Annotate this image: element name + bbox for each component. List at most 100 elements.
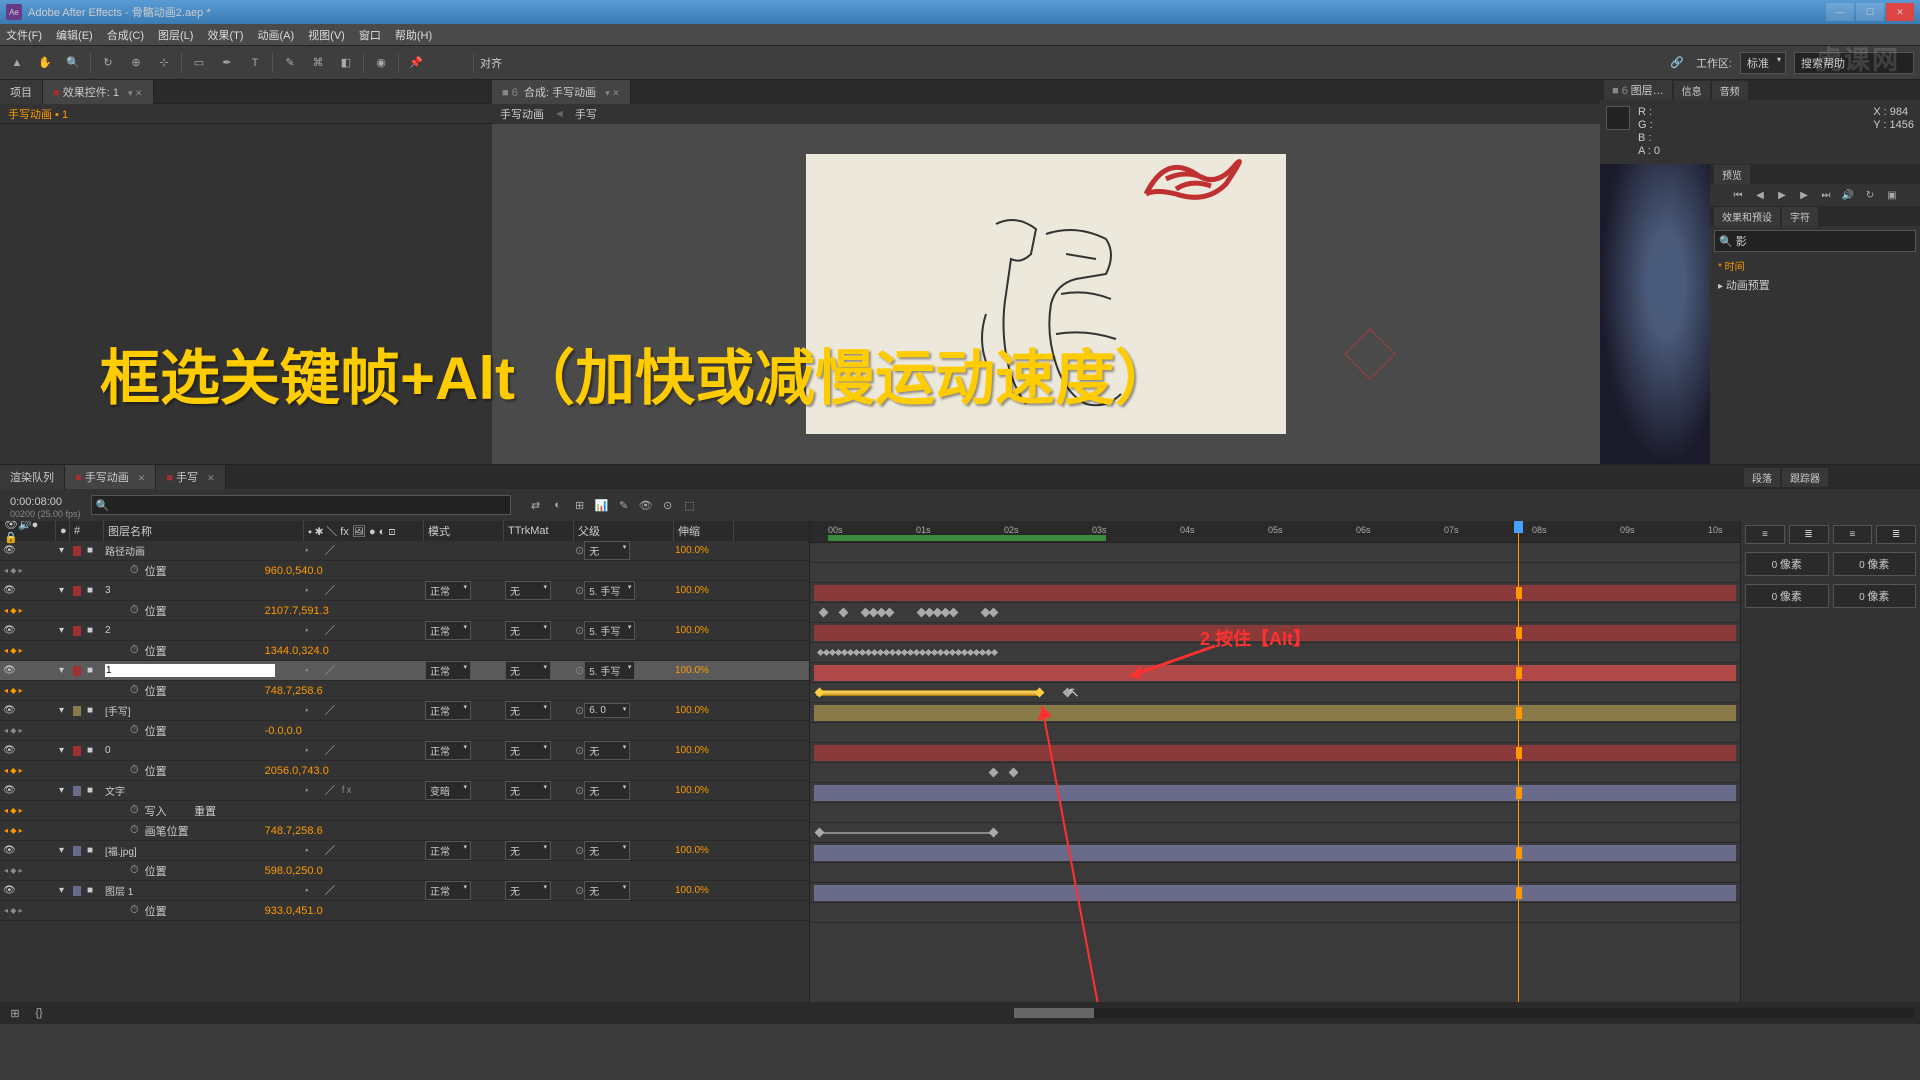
blend-mode-dropdown[interactable]: 正常	[425, 881, 471, 900]
trkmat-dropdown[interactable]: 无	[505, 661, 551, 680]
layer-bar[interactable]	[814, 785, 1736, 801]
tab-timeline-comp[interactable]: ■ 手写动画 ✕	[65, 465, 156, 489]
menu-composition[interactable]: 合成(C)	[107, 27, 144, 43]
layer-row[interactable]: 👁 ▾ ■ 3 ⬩ ╱ 正常 无 ⊙ 5. 手写 100.0%	[0, 581, 809, 601]
maximize-button[interactable]: ☐	[1856, 3, 1884, 21]
px-field-4[interactable]: 0 像素	[1833, 584, 1917, 608]
col-trkmat[interactable]: T TrkMat	[504, 521, 574, 541]
tl-icon-4[interactable]: 📊	[593, 496, 611, 514]
layer-name[interactable]: [福.jpg]	[102, 841, 302, 860]
loop-button[interactable]: ↻	[1862, 187, 1878, 203]
layer-switches[interactable]: ⬩ ╱	[302, 841, 422, 860]
label-color[interactable]	[73, 626, 81, 636]
label-color[interactable]	[73, 846, 81, 856]
layer-marker[interactable]	[1516, 887, 1522, 899]
layer-row[interactable]: 👁 ▾ ■ ⬩ ╱ 正常 无 ⊙ 5. 手写 100.0%	[0, 661, 809, 681]
effects-search[interactable]: 🔍 影	[1714, 230, 1916, 252]
tl-icon-2[interactable]: ◐	[549, 496, 567, 514]
trkmat-dropdown[interactable]: 无	[505, 581, 551, 600]
layer-row[interactable]: 👁 ▾ ■ 文字 ⬩ ╱ fx 变暗 无 ⊙ 无 100.0%	[0, 781, 809, 801]
twirl-icon[interactable]: ▾	[56, 581, 70, 600]
layer-name[interactable]: 路径动画	[102, 541, 302, 560]
parent-dropdown[interactable]: 6. 0	[584, 703, 630, 718]
stretch-value[interactable]: 100.0%	[672, 621, 732, 640]
layer-switches[interactable]: ⬩ ╱	[302, 881, 422, 900]
menu-window[interactable]: 窗口	[359, 27, 381, 43]
property-value[interactable]: 2056.0,743.0	[265, 765, 329, 777]
timeline-search[interactable]: 🔍	[91, 495, 511, 515]
visibility-toggle[interactable]: 👁	[0, 781, 14, 800]
label-color[interactable]	[73, 746, 81, 756]
first-frame-button[interactable]: ⏮	[1730, 187, 1746, 203]
align-btn-2[interactable]: ≣	[1789, 525, 1829, 544]
label-color[interactable]	[73, 706, 81, 716]
property-value[interactable]: 598.0,250.0	[265, 865, 323, 877]
layer-name[interactable]: 图层 1	[102, 881, 302, 900]
px-field-2[interactable]: 0 像素	[1833, 552, 1917, 576]
blend-mode-dropdown[interactable]: 变暗	[425, 781, 471, 800]
stopwatch-icon[interactable]: ⏱	[130, 764, 139, 777]
property-row[interactable]: ◂ ◆ ▸⏱位置960.0,540.0	[0, 561, 809, 581]
stopwatch-icon[interactable]: ⏱	[130, 904, 139, 917]
label-color[interactable]	[73, 546, 81, 556]
visibility-toggle[interactable]: 👁	[0, 621, 14, 640]
menu-edit[interactable]: 编辑(E)	[56, 27, 93, 43]
stopwatch-icon[interactable]: ⏱	[130, 724, 139, 737]
audio-button[interactable]: 🔊	[1840, 187, 1856, 203]
last-frame-button[interactable]: ⏭	[1818, 187, 1834, 203]
blend-mode-dropdown[interactable]: 正常	[425, 661, 471, 680]
visibility-toggle[interactable]: 👁	[0, 741, 14, 760]
parent-dropdown[interactable]: 5. 手写	[584, 621, 635, 640]
label-color[interactable]	[73, 666, 81, 676]
keyframe-nav[interactable]: ◂ ◆ ▸	[4, 566, 23, 575]
visibility-toggle[interactable]: 👁	[0, 881, 14, 900]
tab-composition[interactable]: ■ 6 合成: 手写动画 ▾ ✕	[492, 80, 631, 104]
property-value[interactable]: 960.0,540.0	[265, 565, 323, 577]
roto-tool[interactable]: ◉	[370, 52, 392, 74]
ram-preview-button[interactable]: ▣	[1884, 187, 1900, 203]
px-field-3[interactable]: 0 像素	[1745, 584, 1829, 608]
blend-mode-dropdown[interactable]: 正常	[425, 841, 471, 860]
tab-render-queue[interactable]: 渲染队列	[0, 465, 65, 489]
property-value[interactable]: 933.0,451.0	[265, 905, 323, 917]
keyframe-nav[interactable]: ◂ ◆ ▸	[4, 766, 23, 775]
layer-row[interactable]: 👁 ▾ ■ [福.jpg] ⬩ ╱ 正常 无 ⊙ 无 100.0%	[0, 841, 809, 861]
layer-switches[interactable]: ⬩ ╱	[302, 741, 422, 760]
shape-tool[interactable]: ▭	[188, 52, 210, 74]
tab-preview[interactable]: 预览	[1714, 165, 1750, 184]
layer-name[interactable]: 0	[102, 741, 302, 760]
breadcrumb-1[interactable]: 手写动画	[500, 106, 544, 122]
col-layer-name[interactable]: 图层名称	[104, 521, 304, 541]
layer-switches[interactable]: ⬩ ╱	[302, 621, 422, 640]
anim-presets[interactable]: ▸ 动画预置	[1710, 275, 1920, 295]
trkmat-dropdown[interactable]: 无	[505, 781, 551, 800]
keyframe-nav[interactable]: ◂ ◆ ▸	[4, 686, 23, 695]
parent-dropdown[interactable]: 5. 手写	[584, 581, 635, 600]
property-row[interactable]: ◂ ◆ ▸⏱位置748.7,258.6	[0, 681, 809, 701]
layer-bar[interactable]	[814, 845, 1736, 861]
align-btn-4[interactable]: ≣	[1876, 525, 1916, 544]
next-frame-button[interactable]: ▶	[1796, 187, 1812, 203]
tab-timeline-layer[interactable]: ■ 手写 ✕	[156, 465, 225, 489]
twirl-icon[interactable]: ▾	[56, 781, 70, 800]
stretch-value[interactable]: 100.0%	[672, 541, 732, 560]
trkmat-dropdown[interactable]: 无	[505, 841, 551, 860]
tab-project[interactable]: 项目	[0, 80, 43, 104]
menu-help[interactable]: 帮助(H)	[395, 27, 432, 43]
col-parent[interactable]: 父级	[574, 521, 674, 541]
property-row[interactable]: ◂ ◆ ▸⏱位置1344.0,324.0	[0, 641, 809, 661]
parent-dropdown[interactable]: 无	[584, 541, 630, 560]
menu-file[interactable]: 文件(F)	[6, 27, 42, 43]
property-value[interactable]: 1344.0,324.0	[265, 645, 329, 657]
stretch-value[interactable]: 100.0%	[672, 741, 732, 760]
visibility-toggle[interactable]: 👁	[0, 541, 14, 560]
minimize-button[interactable]: —	[1826, 3, 1854, 21]
layer-bar[interactable]	[814, 885, 1736, 901]
layer-marker[interactable]	[1516, 747, 1522, 759]
blend-mode-dropdown[interactable]: 正常	[425, 621, 471, 640]
stretch-value[interactable]: 100.0%	[672, 881, 732, 900]
property-row[interactable]: ◂ ◆ ▸⏱位置598.0,250.0	[0, 861, 809, 881]
tab-effect-controls[interactable]: ■ 效果控件: 1 ▾ ✕	[43, 80, 154, 104]
align-btn-1[interactable]: ≡	[1745, 525, 1785, 544]
layer-bar[interactable]	[814, 585, 1736, 601]
